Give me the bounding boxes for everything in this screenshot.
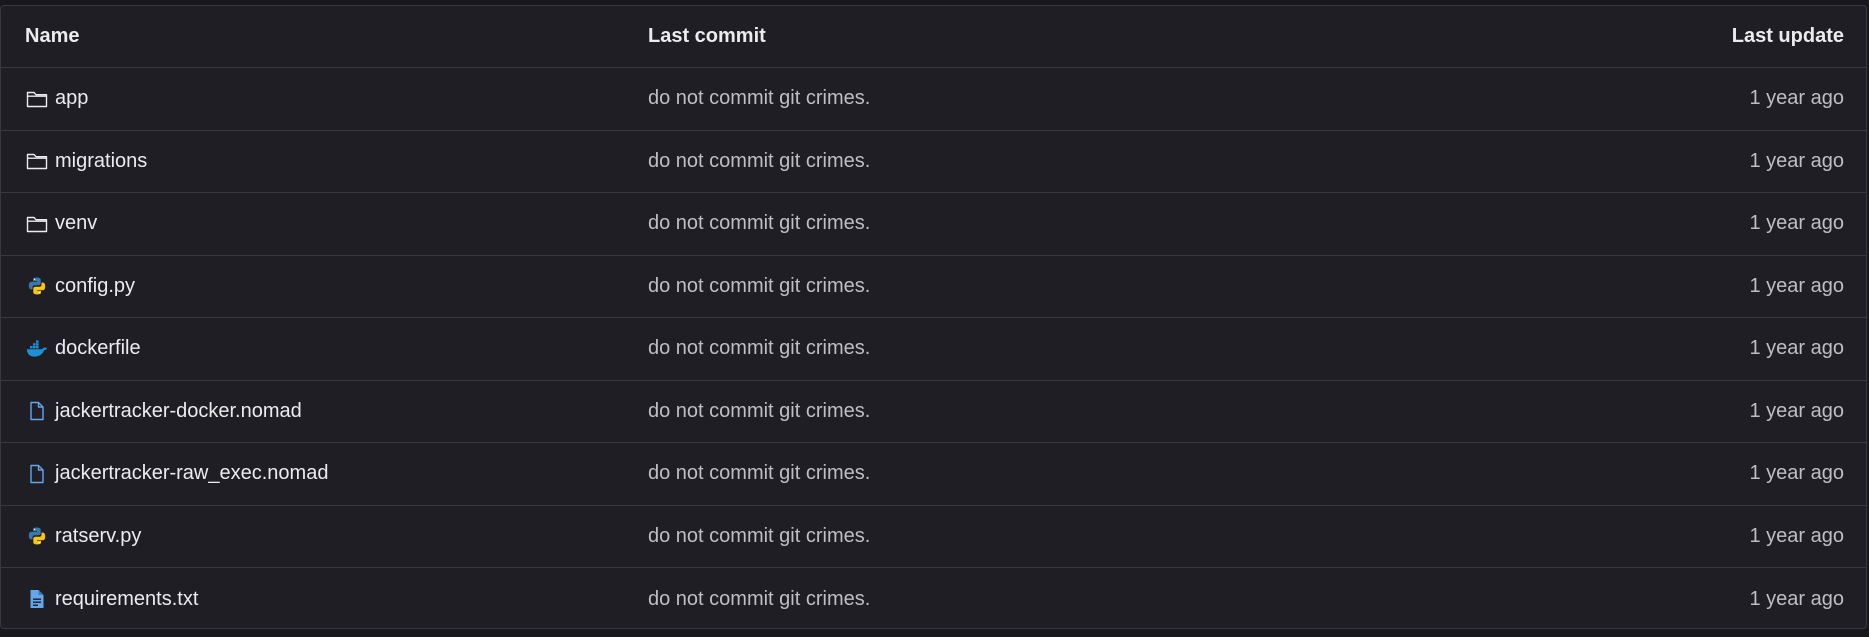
table-row: jackertracker-raw_exec.nomad do not commi… — [1, 443, 1866, 506]
header-name[interactable]: Name — [25, 25, 79, 48]
file-name-text: venv — [55, 212, 98, 235]
table-row: config.py do not commit git crimes. 1 year… — [1, 256, 1866, 318]
last-update-time: 1 year ago — [1749, 399, 1844, 422]
table-row: requirements.txt do not commit git crimes… — [1, 568, 1866, 628]
file-name-text: migrations — [55, 149, 148, 172]
last-commit-link[interactable]: do not commit git crimes. — [648, 337, 870, 360]
file-name-link[interactable]: migrations — [25, 149, 147, 173]
table-header: Name Last commit Last update — [1, 6, 1866, 68]
table-row: app do not commit git crimes. 1 year ago — [1, 68, 1866, 131]
last-commit-link[interactable]: do not commit git crimes. — [648, 588, 870, 611]
header-last-commit: Last commit — [648, 25, 766, 47]
last-commit-link[interactable]: do not commit git crimes. — [648, 212, 870, 235]
file-icon — [25, 462, 49, 486]
folder-icon — [25, 149, 49, 173]
last-update-time: 1 year ago — [1749, 87, 1844, 110]
last-commit-link[interactable]: do not commit git crimes. — [648, 275, 870, 298]
file-name-text: dockerfile — [55, 337, 141, 360]
file-name-text: jackertracker-raw_exec.nomad — [55, 462, 329, 485]
file-tree-table: Name Last commit Last update app do not c… — [0, 5, 1867, 629]
python-icon — [25, 274, 49, 298]
last-commit-link[interactable]: do not commit git crimes. — [648, 87, 870, 110]
file-name-link[interactable]: ratserv.py — [25, 524, 141, 548]
last-commit-link[interactable]: do not commit git crimes. — [648, 150, 870, 173]
last-update-time: 1 year ago — [1749, 587, 1844, 610]
file-name-link[interactable]: config.py — [25, 274, 135, 298]
last-update-time: 1 year ago — [1749, 212, 1844, 235]
file-name-text: jackertracker-docker.nomad — [55, 399, 302, 422]
file-name-link[interactable]: venv — [25, 212, 97, 236]
last-update-time: 1 year ago — [1749, 337, 1844, 360]
python-icon — [25, 524, 49, 548]
file-name-text: ratserv.py — [55, 524, 142, 547]
table-row: migrations do not commit git crimes. 1 yea… — [1, 131, 1866, 193]
file-name-link[interactable]: app — [25, 87, 88, 111]
last-update-time: 1 year ago — [1749, 462, 1844, 485]
last-update-time: 1 year ago — [1749, 524, 1844, 547]
last-update-time: 1 year ago — [1749, 149, 1844, 172]
table-row: jackertracker-docker.nomad do not commit … — [1, 381, 1866, 443]
file-name-text: app — [55, 87, 89, 110]
folder-icon — [25, 87, 49, 111]
table-row: ratserv.py do not commit git crimes. 1 yea… — [1, 506, 1866, 568]
table-row: dockerfile do not commit git crimes. 1 yea… — [1, 318, 1866, 381]
docker-icon — [25, 337, 49, 361]
last-commit-link[interactable]: do not commit git crimes. — [648, 525, 870, 548]
file-name-link[interactable]: jackertracker-raw_exec.nomad — [25, 462, 328, 486]
last-commit-link[interactable]: do not commit git crimes. — [648, 400, 870, 423]
file-name-text: requirements.txt — [55, 587, 199, 610]
last-commit-link[interactable]: do not commit git crimes. — [648, 462, 870, 485]
table-row: venv do not commit git crimes. 1 year ago — [1, 193, 1866, 256]
file-name-link[interactable]: jackertracker-docker.nomad — [25, 399, 302, 423]
file-name-text: config.py — [55, 274, 136, 297]
last-update-time: 1 year ago — [1749, 274, 1844, 297]
header-last-update: Last update — [1731, 25, 1844, 47]
text-file-icon — [25, 587, 49, 611]
file-name-link[interactable]: dockerfile — [25, 337, 141, 361]
file-name-link[interactable]: requirements.txt — [25, 587, 198, 611]
folder-icon — [25, 212, 49, 236]
file-icon — [25, 399, 49, 423]
